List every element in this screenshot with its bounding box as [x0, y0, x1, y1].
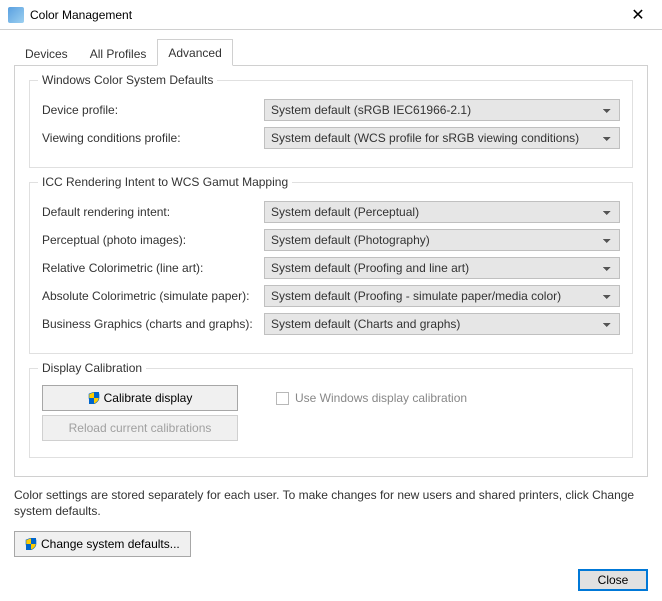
dialog-footer: Close — [0, 563, 662, 601]
tab-devices[interactable]: Devices — [14, 40, 79, 66]
titlebar: Color Management ✕ — [0, 0, 662, 30]
use-windows-calib-label: Use Windows display calibration — [295, 391, 467, 405]
settings-note: Color settings are stored separately for… — [14, 487, 648, 519]
app-icon — [8, 7, 24, 23]
tab-advanced[interactable]: Advanced — [157, 39, 232, 66]
group-wcs-defaults: Windows Color System Defaults Device pro… — [29, 80, 633, 168]
select-device-profile[interactable]: System default (sRGB IEC61966-2.1) — [264, 99, 620, 121]
reload-calibrations-button: Reload current calibrations — [42, 415, 238, 441]
group-icc-mapping: ICC Rendering Intent to WCS Gamut Mappin… — [29, 182, 633, 354]
label-viewing-conditions: Viewing conditions profile: — [42, 131, 264, 145]
row-business: Business Graphics (charts and graphs): S… — [42, 313, 620, 335]
row-absolute: Absolute Colorimetric (simulate paper): … — [42, 285, 620, 307]
tab-strip: Devices All Profiles Advanced — [14, 38, 648, 66]
close-button[interactable]: ✕ — [618, 1, 658, 29]
calib-row-1: Calibrate display Use Windows display ca… — [42, 385, 620, 411]
group-icc-title: ICC Rendering Intent to WCS Gamut Mappin… — [38, 175, 292, 189]
label-absolute: Absolute Colorimetric (simulate paper): — [42, 289, 264, 303]
use-windows-calib-checkbox: Use Windows display calibration — [276, 391, 467, 405]
row-viewing-conditions: Viewing conditions profile: System defau… — [42, 127, 620, 149]
select-business[interactable]: System default (Charts and graphs) — [264, 313, 620, 335]
close-icon: ✕ — [631, 5, 644, 25]
select-absolute[interactable]: System default (Proofing - simulate pape… — [264, 285, 620, 307]
checkbox-box — [276, 392, 289, 405]
label-default-intent: Default rendering intent: — [42, 205, 264, 219]
row-relative: Relative Colorimetric (line art): System… — [42, 257, 620, 279]
select-perceptual[interactable]: System default (Photography) — [264, 229, 620, 251]
group-display-calibration: Display Calibration Calibrate display Us… — [29, 368, 633, 458]
row-default-intent: Default rendering intent: System default… — [42, 201, 620, 223]
row-device-profile: Device profile: System default (sRGB IEC… — [42, 99, 620, 121]
close-dialog-button[interactable]: Close — [578, 569, 648, 591]
shield-icon — [88, 392, 100, 404]
calib-row-2: Reload current calibrations — [42, 415, 620, 441]
calibrate-display-label: Calibrate display — [104, 391, 193, 405]
shield-icon — [25, 538, 37, 550]
change-system-defaults-label: Change system defaults... — [41, 537, 180, 551]
row-perceptual: Perceptual (photo images): System defaul… — [42, 229, 620, 251]
change-system-defaults-button[interactable]: Change system defaults... — [14, 531, 191, 557]
select-viewing-conditions[interactable]: System default (WCS profile for sRGB vie… — [264, 127, 620, 149]
select-relative[interactable]: System default (Proofing and line art) — [264, 257, 620, 279]
select-default-intent[interactable]: System default (Perceptual) — [264, 201, 620, 223]
tab-panel-advanced: Windows Color System Defaults Device pro… — [14, 66, 648, 477]
window-title: Color Management — [30, 8, 618, 22]
calibrate-display-button[interactable]: Calibrate display — [42, 385, 238, 411]
tab-all-profiles[interactable]: All Profiles — [79, 40, 158, 66]
content-area: Devices All Profiles Advanced Windows Co… — [0, 30, 662, 563]
label-relative: Relative Colorimetric (line art): — [42, 261, 264, 275]
label-device-profile: Device profile: — [42, 103, 264, 117]
label-business: Business Graphics (charts and graphs): — [42, 317, 264, 331]
group-wcs-title: Windows Color System Defaults — [38, 73, 217, 87]
group-calib-title: Display Calibration — [38, 361, 146, 375]
reload-calibrations-label: Reload current calibrations — [69, 421, 212, 435]
label-perceptual: Perceptual (photo images): — [42, 233, 264, 247]
